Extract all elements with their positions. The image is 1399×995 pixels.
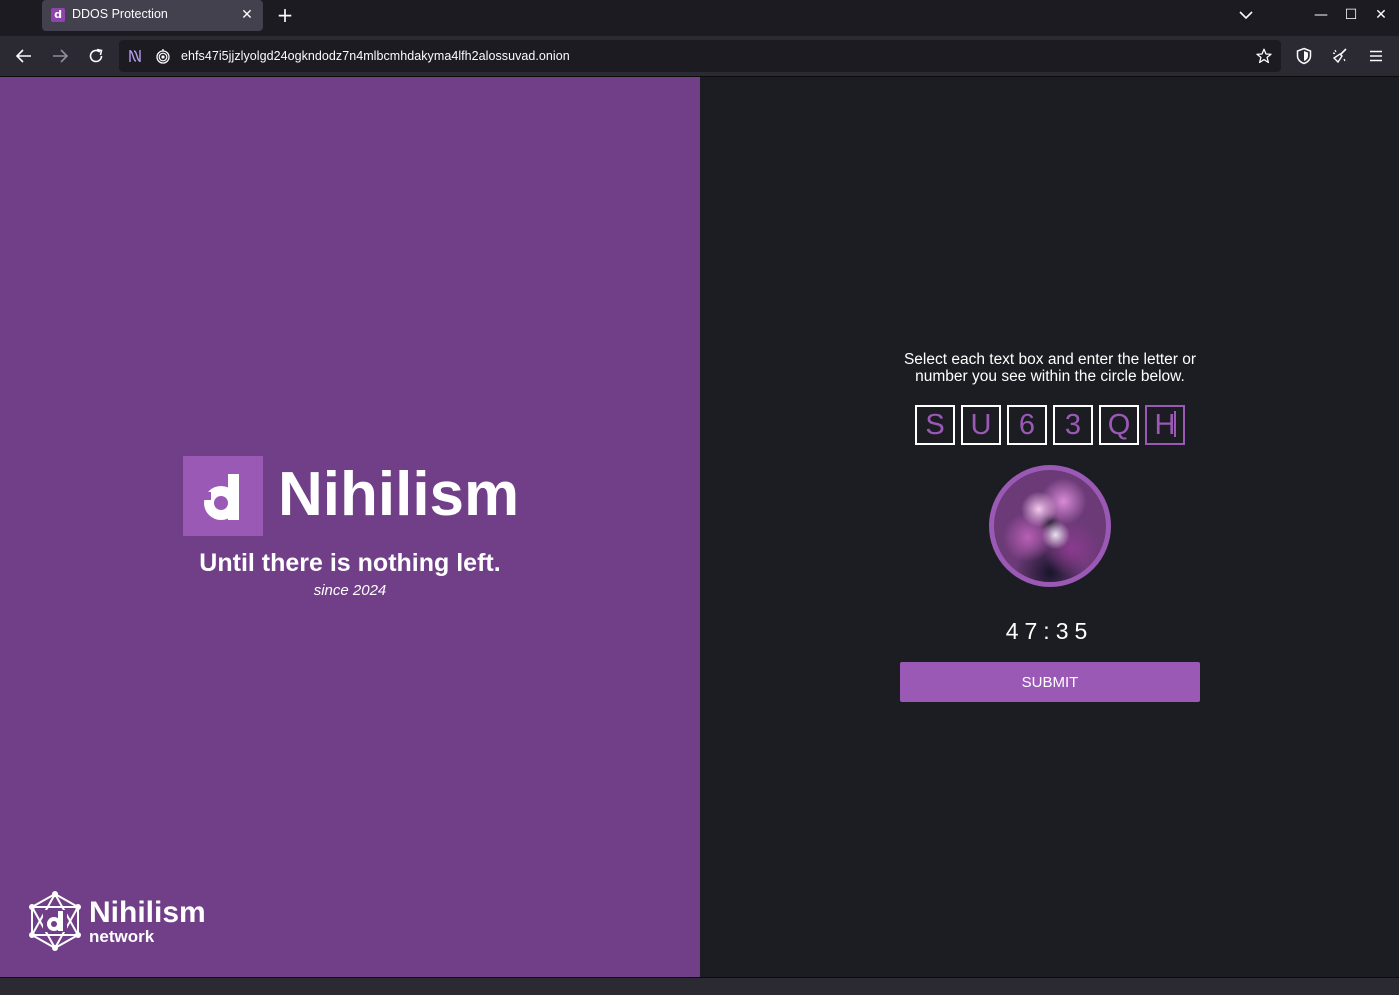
captcha-panel: Select each text box and enter the lette…: [700, 77, 1399, 977]
captcha-char-input[interactable]: Q: [1099, 405, 1139, 445]
captcha-char-input[interactable]: 3: [1053, 405, 1093, 445]
captcha-char-input-active[interactable]: H: [1145, 405, 1185, 445]
tab-close-icon[interactable]: ✕: [239, 6, 255, 22]
brand-title: Nihilism: [278, 460, 520, 529]
new-identity-broom-icon[interactable]: [1328, 44, 1352, 68]
text-caret: [1174, 411, 1176, 437]
forward-icon[interactable]: [48, 44, 72, 68]
captcha-instructions: Select each text box and enter the lette…: [903, 351, 1197, 385]
since-text: since 2024: [313, 582, 387, 599]
tagline: Until there is nothing left.: [199, 549, 501, 577]
shield-icon[interactable]: [1292, 44, 1316, 68]
url-bar[interactable]: ehfs47i5jjzlyolgd24ogkndodz7n4mlbcmhdaky…: [119, 40, 1281, 72]
network-title: Nihilism: [89, 896, 206, 929]
maximize-button[interactable]: ☐: [1340, 4, 1362, 26]
onion-icon[interactable]: [155, 48, 171, 64]
browser-tab[interactable]: d DDOS Protection ✕: [42, 0, 263, 31]
reload-icon[interactable]: [84, 44, 108, 68]
site-favicon-icon: d: [51, 8, 65, 22]
countdown-timer: 47:35: [1005, 618, 1094, 644]
captcha-char-input[interactable]: S: [915, 405, 955, 445]
network-subtitle: network: [89, 927, 155, 946]
back-icon[interactable]: [12, 44, 36, 68]
captcha-image: [989, 465, 1111, 587]
tor-circuit-icon[interactable]: [127, 48, 143, 64]
close-window-button[interactable]: ✕: [1370, 4, 1392, 26]
navigation-toolbar: ehfs47i5jjzlyolgd24ogkndodz7n4mlbcmhdaky…: [0, 36, 1399, 77]
network-logo-icon: [26, 890, 84, 952]
bookmark-star-icon[interactable]: [1256, 48, 1272, 64]
tab-strip: d DDOS Protection ✕ + — ☐ ✕: [0, 0, 1399, 36]
url-text[interactable]: ehfs47i5jjzlyolgd24ogkndodz7n4mlbcmhdaky…: [181, 49, 570, 63]
status-bar: [0, 977, 1399, 995]
tab-title: DDOS Protection: [72, 7, 168, 21]
menu-icon[interactable]: [1364, 44, 1388, 68]
nihilism-logo-icon: [183, 456, 263, 536]
tab-list-chevron-icon[interactable]: [1236, 5, 1256, 25]
branding-panel: Nihilism Until there is nothing left. si…: [0, 77, 700, 977]
submit-button[interactable]: SUBMIT: [900, 662, 1200, 702]
new-tab-button[interactable]: +: [276, 5, 294, 25]
minimize-button[interactable]: —: [1310, 4, 1332, 26]
captcha-char-input[interactable]: U: [961, 405, 1001, 445]
captcha-char-input[interactable]: 6: [1007, 405, 1047, 445]
